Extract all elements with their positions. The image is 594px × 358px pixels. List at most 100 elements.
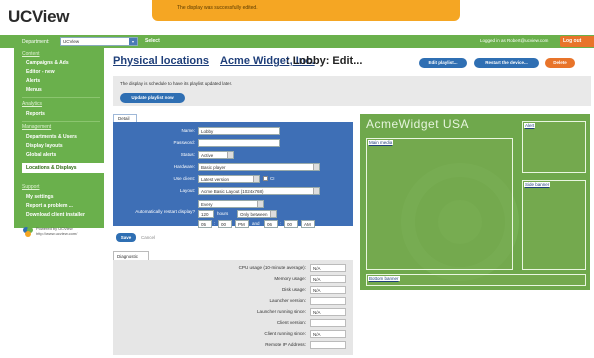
sidebar-divider [22,97,100,98]
client-checkbox-label: CI [270,176,275,181]
zone-side-banner[interactable]: Side banner [522,180,586,270]
sidebar-item-menus[interactable]: Menus [26,87,42,93]
password-field[interactable] [198,139,280,147]
sidebar-item-global-alerts[interactable]: Global alerts [26,152,56,158]
diag-value-client-since: N/A [310,330,346,338]
diag-label-remote-ip: Remote IP Address: [265,342,306,347]
select-button[interactable]: Select [145,38,160,44]
zone-main-media[interactable]: Main media [366,138,513,270]
department-label: Department: [22,39,50,45]
restart-device-button[interactable]: Restart the device... [474,58,539,68]
end-minute-select[interactable]: 00 [284,220,298,228]
save-button[interactable]: Save [116,233,136,242]
end-hour-value: 06 [267,222,273,227]
end-minute-value: 00 [287,222,293,227]
chevron-down-icon: ▾ [129,38,137,45]
breadcrumb-physical-locations[interactable]: Physical locations [113,55,209,67]
start-ampm-select[interactable]: PM [235,220,249,228]
chevron-down-icon [257,201,263,207]
page-title: : Lobby: Edit... [286,55,363,67]
sidebar-item-campaigns[interactable]: Campaigns & Ads [26,60,69,66]
logout-button[interactable]: Log out [560,36,594,47]
zone-side-banner-label[interactable]: Side banner [524,182,551,187]
hardware-value: Basic player [201,165,226,170]
layout-value: Acme Basic Layout (1024x768) [201,189,264,194]
client-checkbox[interactable] [263,176,268,181]
edit-playlist-button[interactable]: Edit playlist... [419,58,467,68]
name-field[interactable]: Lobby [198,127,280,135]
success-notice: The display was successfully edited. [152,0,460,21]
end-hour-select[interactable]: 06 [264,220,278,228]
status-label: Status: [180,152,195,157]
diag-value-remote-ip [310,341,346,349]
status-select[interactable]: Active [198,151,234,159]
sidebar-item-departments[interactable]: Departments & Users [26,134,77,140]
ucview-logo-icon [23,227,33,237]
sidebar-item-settings[interactable]: My settings [26,194,54,200]
start-ampm-value: PM [238,222,245,227]
password-label: Password: [173,140,195,145]
sidebar-item-alerts[interactable]: Alerts [26,78,40,84]
hardware-label: Hardware: [173,164,195,169]
diag-value-client-version [310,319,346,327]
time-separator: : [214,221,216,226]
diag-label-client-since: Client running since: [264,331,306,336]
client-select[interactable]: Latest version [198,175,260,183]
zone-bottom-banner-label[interactable]: Bottom banner [368,276,400,281]
diag-label-cpu: CPU usage (10-minute average): [238,265,306,270]
start-hour-select[interactable]: 05 [198,220,212,228]
sidebar-divider [22,121,100,122]
layout-label: Layout: [179,188,195,193]
restart-window-select[interactable]: Only between [237,210,277,218]
hardware-select[interactable]: Basic player [198,163,320,171]
diag-value-disk: N/A [310,286,346,294]
restart-window-value: Only between [240,212,268,217]
client-value: Latest version [201,177,230,182]
chevron-down-icon [227,152,233,158]
sidebar-head-analytics[interactable]: Analytics [22,101,42,107]
sidebar-item-reports[interactable]: Reports [26,111,45,117]
diag-value-memory: N/A [310,275,346,283]
zone-alert-label[interactable]: Alert [524,123,536,128]
restart-hours-field[interactable]: 120 [198,210,214,218]
and-label: and [252,221,260,226]
sidebar-head-content[interactable]: Content [22,51,40,57]
app-logo: UCView [8,7,70,26]
start-minute-value: 00 [221,222,227,227]
chevron-down-icon [253,176,259,182]
client-label: Use client: [173,176,195,181]
diag-value-launcher-since: N/A [310,308,346,316]
restart-frequency-select[interactable]: Every [198,200,264,208]
sidebar-item-editor[interactable]: Editor - new [26,69,55,75]
status-value: Active [201,153,214,158]
zone-main-media-label[interactable]: Main media [368,140,394,145]
diag-label-launcher-since: Launcher running since: [256,309,306,314]
department-value: UCView [63,39,80,44]
powered-by[interactable]: Powered by UCView http://www.ucview.com/ [36,226,77,236]
chevron-down-icon [313,188,319,194]
delete-button[interactable]: Delete [545,58,575,68]
start-minute-select[interactable]: 00 [218,220,232,228]
diag-label-memory: Memory usage: [274,276,306,281]
update-playlist-button[interactable]: Update playlist now [120,93,185,103]
sidebar-head-support[interactable]: Support [22,184,40,190]
end-ampm-select[interactable]: AM [301,220,315,228]
powered-by-url[interactable]: http://www.ucview.com/ [36,231,77,236]
chevron-down-icon [270,211,276,217]
start-hour-value: 05 [201,222,207,227]
logged-in-text: Logged in as Robert@ucview.com [480,38,549,43]
diag-label-disk: Disk usage: [281,287,306,292]
zone-bottom-banner[interactable]: Bottom banner [366,274,586,286]
zone-alert[interactable]: Alert [522,121,586,173]
end-ampm-value: AM [304,222,311,227]
sidebar-head-management[interactable]: Management [22,124,51,130]
sidebar-item-display-layouts[interactable]: Display layouts [26,143,63,149]
sidebar-item-report-problem[interactable]: Report a problem ... [26,203,73,209]
layout-select[interactable]: Acme Basic Layout (1024x768) [198,187,320,195]
sidebar-item-download-client[interactable]: Download client installer [26,212,85,218]
sidebar-item-locations[interactable]: Locations & Displays [22,163,104,173]
diag-label-launcher-version: Launcher version: [269,298,306,303]
time-separator: : [280,221,282,226]
department-select[interactable]: UCView ▾ [60,37,138,46]
cancel-link[interactable]: Cancel [141,235,155,240]
